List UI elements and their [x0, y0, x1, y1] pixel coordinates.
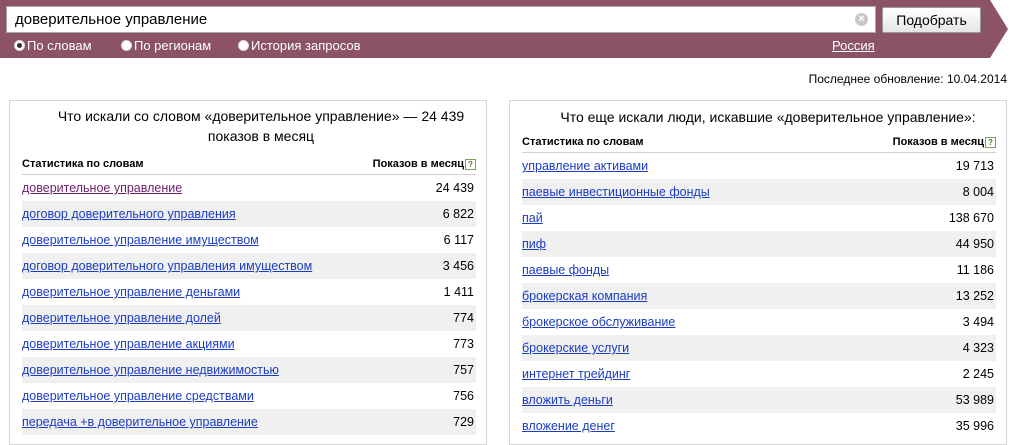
- shows-count: 3 456: [442, 259, 474, 273]
- search-box: ×: [6, 6, 876, 33]
- help-icon[interactable]: ?: [985, 137, 996, 148]
- shows-count: 6 117: [443, 233, 474, 247]
- phrase-link[interactable]: интернет трейдинг: [522, 361, 630, 387]
- left-panel: Что искали со словом «доверительное упра…: [9, 100, 487, 445]
- shows-count: 757: [453, 363, 474, 377]
- shows-count: 4 323: [962, 341, 994, 355]
- phrase-link[interactable]: договор доверительного управления: [22, 201, 236, 227]
- shows-count: 729: [453, 415, 474, 429]
- column-header-words: Статистика по словам: [22, 158, 144, 170]
- table-row: доверительное управление деньгами 1 411: [22, 279, 476, 305]
- shows-count: 13 252: [955, 289, 994, 303]
- phrase-link[interactable]: пиф: [522, 231, 546, 257]
- panel-title: Что искали со словом «доверительное упра…: [57, 108, 465, 144]
- column-header-words: Статистика по словам: [522, 136, 644, 148]
- table-row: паевые инвестиционные фонды 8 004: [522, 179, 996, 205]
- table-row: паевые фонды 11 186: [522, 257, 996, 283]
- table-row: пай 138 670: [522, 205, 996, 231]
- table-row: брокерская компания 13 252: [522, 283, 996, 309]
- table-row: доверительное управление средствами 756: [22, 383, 476, 409]
- shows-count: 2 245: [962, 367, 994, 381]
- table-row: доверительное управление акциями 773: [22, 331, 476, 357]
- column-header-shows-label: Показов в месяц: [892, 136, 984, 148]
- region-link[interactable]: Россия: [832, 38, 875, 54]
- phrase-link[interactable]: доверительное управление недвижимостью: [22, 357, 279, 383]
- left-rows: доверительное управление 24 439 договор д…: [22, 175, 476, 435]
- shows-count: 3 494: [962, 315, 994, 329]
- mode-label: История запросов: [251, 38, 361, 53]
- mode-label: По словам: [27, 38, 92, 53]
- shows-count: 773: [453, 337, 474, 351]
- table-row: доверительное управление 24 439: [22, 175, 476, 201]
- shows-count: 11 186: [956, 263, 994, 277]
- radio-icon[interactable]: [238, 40, 249, 51]
- phrase-link[interactable]: доверительное управление средствами: [22, 383, 254, 409]
- phrase-link[interactable]: паевые фонды: [522, 257, 609, 283]
- phrase-link[interactable]: пай: [522, 205, 543, 231]
- table-row: передача +в доверительное управление 729: [22, 409, 476, 435]
- table-row: договор доверительного управления 6 822: [22, 201, 476, 227]
- phrase-link[interactable]: паевые инвестиционные фонды: [522, 179, 710, 205]
- shows-count: 774: [453, 311, 474, 325]
- phrase-link[interactable]: договор доверительного управления имущес…: [22, 253, 312, 279]
- submit-button[interactable]: Подобрать: [882, 7, 981, 33]
- search-header: × Подобрать По словам По регионам Истори…: [0, 0, 1017, 58]
- phrase-link[interactable]: брокерское обслуживание: [522, 309, 675, 335]
- table-row: брокерские услуги 4 323: [522, 335, 996, 361]
- panel-title: Что еще искали люди, искавшие «доверител…: [560, 109, 976, 125]
- table-row: доверительное управление недвижимостью 75…: [22, 357, 476, 383]
- shows-count: 19 713: [955, 159, 994, 173]
- phrase-link[interactable]: доверительное управление деньгами: [22, 279, 240, 305]
- table-row: вложение денег 35 996: [522, 413, 996, 439]
- table-header: Статистика по словам Показов в месяц?: [522, 134, 996, 153]
- table-row: управление активами 19 713: [522, 153, 996, 179]
- phrase-link[interactable]: доверительное управление: [22, 175, 182, 201]
- right-panel: Что еще искали люди, искавшие «доверител…: [509, 100, 1007, 445]
- mode-label: По регионам: [134, 38, 212, 53]
- shows-count: 44 950: [955, 237, 994, 251]
- help-icon[interactable]: ?: [465, 159, 476, 170]
- phrase-link[interactable]: передача +в доверительное управление: [22, 409, 258, 435]
- column-header-shows: Показов в месяц?: [373, 158, 476, 170]
- mode-by-regions[interactable]: По регионам: [121, 38, 211, 54]
- header-arrow-tip: [990, 0, 1008, 58]
- shows-count: 6 822: [442, 207, 474, 221]
- phrase-link[interactable]: вложить деньги: [522, 387, 613, 413]
- table-header: Статистика по словам Показов в месяц?: [22, 156, 476, 175]
- table-row: вложить деньги 53 989: [522, 387, 996, 413]
- phrase-link[interactable]: доверительное управление акциями: [22, 331, 235, 357]
- phrase-link[interactable]: управление активами: [522, 153, 648, 179]
- phrase-link[interactable]: вложение денег: [522, 413, 615, 439]
- shows-count: 24 439: [435, 181, 474, 195]
- shows-count: 35 996: [955, 419, 994, 433]
- radio-icon[interactable]: [121, 40, 132, 51]
- shows-count: 8 004: [962, 185, 994, 199]
- phrase-link[interactable]: брокерская компания: [522, 283, 647, 309]
- table-row: доверительное управление имуществом 6 117: [22, 227, 476, 253]
- shows-count: 756: [453, 389, 474, 403]
- search-input[interactable]: [7, 7, 847, 32]
- shows-count: 1 411: [443, 285, 474, 299]
- phrase-link[interactable]: доверительное управление имуществом: [22, 227, 259, 253]
- clear-icon[interactable]: ×: [855, 13, 868, 26]
- table-row: пиф 44 950: [522, 231, 996, 257]
- table-row: доверительное управление долей 774: [22, 305, 476, 331]
- phrase-link[interactable]: доверительное управление долей: [22, 305, 221, 331]
- last-update: Последнее обновление: 10.04.2014: [808, 72, 1007, 86]
- right-rows: управление активами 19 713 паевые инвести…: [522, 153, 996, 439]
- shows-count: 138 670: [948, 211, 994, 225]
- table-row: договор доверительного управления имущес…: [22, 253, 476, 279]
- table-row: брокерское обслуживание 3 494: [522, 309, 996, 335]
- mode-history[interactable]: История запросов: [238, 38, 361, 54]
- mode-by-words[interactable]: По словам: [14, 38, 92, 54]
- phrase-link[interactable]: брокерские услуги: [522, 335, 629, 361]
- column-header-shows-label: Показов в месяц: [372, 158, 464, 170]
- table-row: интернет трейдинг 2 245: [522, 361, 996, 387]
- column-header-shows: Показов в месяц?: [893, 136, 996, 148]
- shows-count: 53 989: [955, 393, 994, 407]
- radio-selected-icon[interactable]: [14, 40, 25, 51]
